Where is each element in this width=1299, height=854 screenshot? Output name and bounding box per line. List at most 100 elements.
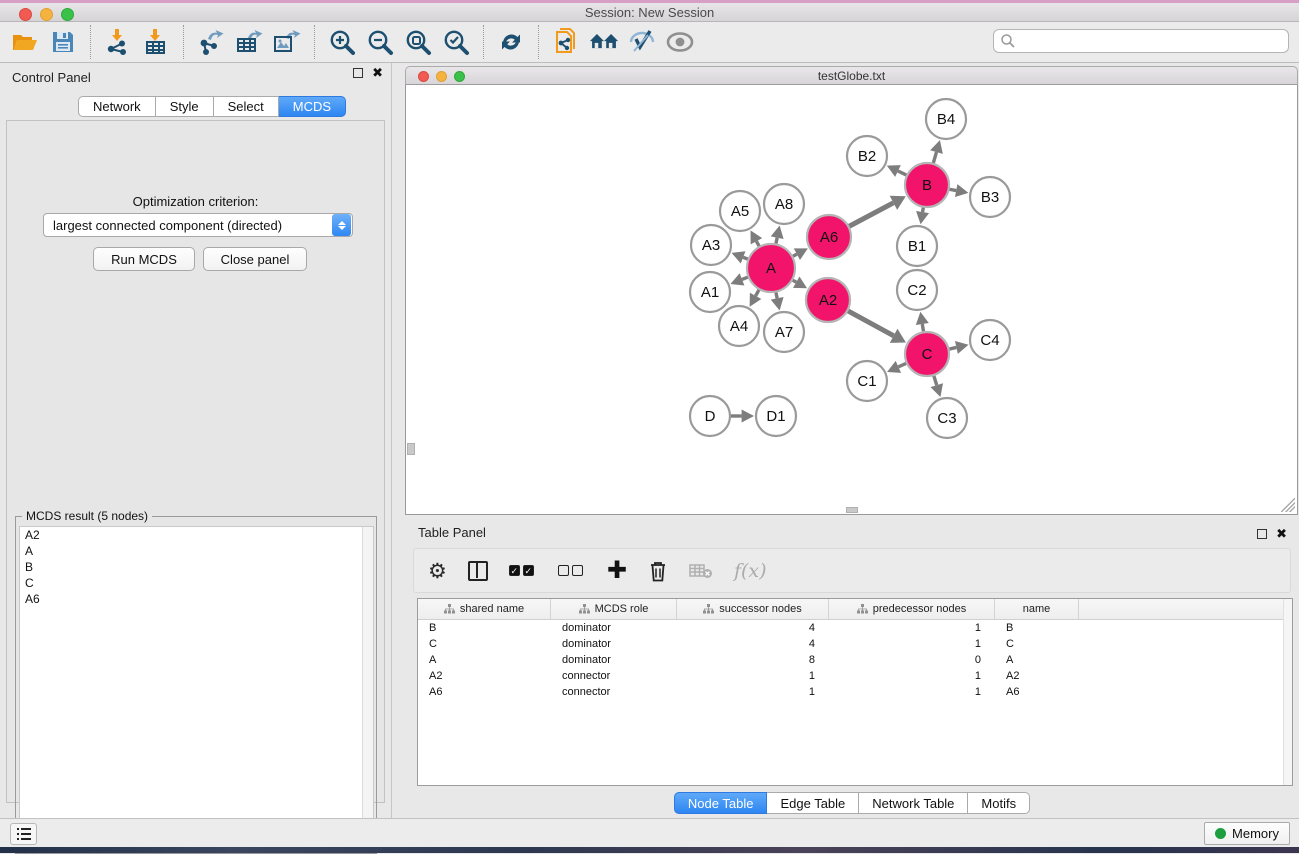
close-panel-button[interactable]: Close panel <box>203 247 307 271</box>
table-cell[interactable]: 1 <box>829 670 995 682</box>
table-cell[interactable]: A <box>418 654 551 666</box>
tab-style[interactable]: Style <box>156 96 214 117</box>
table-cell[interactable]: A6 <box>418 686 551 698</box>
first-neighbors-icon[interactable] <box>589 27 619 57</box>
refresh-layout-icon[interactable] <box>496 27 526 57</box>
table-cell[interactable]: 1 <box>677 686 829 698</box>
table-cell[interactable]: connector <box>551 686 677 698</box>
table-cell[interactable]: A2 <box>995 670 1079 682</box>
network-graph[interactable]: A5A8A3AA1A4A7A6A2B2B4BB3B1C2CC4C1C3DD1 <box>406 85 1297 513</box>
zoom-selected-icon[interactable] <box>441 27 471 57</box>
mcds-result-item[interactable]: A <box>20 543 373 559</box>
tab-network-table[interactable]: Network Table <box>859 792 968 814</box>
mcds-result-item[interactable]: B <box>20 559 373 575</box>
mcds-result-item[interactable]: A6 <box>20 591 373 607</box>
table-settings-icon[interactable]: ⚙ <box>428 556 447 586</box>
table-cell[interactable]: dominator <box>551 638 677 650</box>
column-header-MCDS-role[interactable]: MCDS role <box>551 599 677 619</box>
table-header-row[interactable]: shared nameMCDS rolesuccessor nodesprede… <box>418 599 1292 620</box>
graphics-details-icon[interactable] <box>627 27 657 57</box>
column-header-successor-nodes[interactable]: successor nodes <box>677 599 829 619</box>
table-cell[interactable]: B <box>418 622 551 634</box>
table-cell[interactable]: A6 <box>995 686 1079 698</box>
task-history-button[interactable] <box>10 823 37 845</box>
memory-button[interactable]: Memory <box>1204 822 1290 845</box>
graph-edge-A6-B[interactable] <box>847 203 894 228</box>
tab-motifs[interactable]: Motifs <box>968 792 1030 814</box>
export-image-icon[interactable] <box>272 27 302 57</box>
tab-network[interactable]: Network <box>78 96 156 117</box>
minimize-window-button[interactable] <box>40 8 53 21</box>
zoom-out-icon[interactable] <box>365 27 395 57</box>
table-cell[interactable]: 4 <box>677 638 829 650</box>
canvas-vscroll-thumb[interactable] <box>407 443 415 455</box>
table-cell[interactable]: A2 <box>418 670 551 682</box>
select-all-columns-icon[interactable]: ✓✓ <box>509 556 537 586</box>
table-cell[interactable]: 1 <box>829 622 995 634</box>
float-panel-icon[interactable] <box>353 68 363 78</box>
table-float-panel-icon[interactable] <box>1257 529 1267 539</box>
zoom-in-icon[interactable] <box>327 27 357 57</box>
graph-edge-A2-C[interactable] <box>846 310 894 336</box>
table-row[interactable]: A2connector11A2 <box>418 668 1292 684</box>
network-close-button[interactable] <box>418 71 429 82</box>
zoom-fit-icon[interactable] <box>403 27 433 57</box>
table-row[interactable]: Bdominator41B <box>418 620 1292 636</box>
table-close-panel-icon[interactable]: ✖ <box>1276 529 1287 539</box>
table-row[interactable]: Cdominator41C <box>418 636 1292 652</box>
table-cell[interactable]: 0 <box>829 654 995 666</box>
function-builder-icon[interactable]: f(x) <box>734 556 767 586</box>
node-table[interactable]: shared nameMCDS rolesuccessor nodesprede… <box>417 598 1293 786</box>
network-window-titlebar[interactable]: testGlobe.txt <box>405 66 1298 85</box>
table-cell[interactable]: connector <box>551 670 677 682</box>
open-session-icon[interactable] <box>10 27 40 57</box>
table-cell[interactable]: dominator <box>551 622 677 634</box>
tab-select[interactable]: Select <box>214 96 279 117</box>
canvas-hscroll-thumb[interactable] <box>846 507 858 513</box>
tab-node-table[interactable]: Node Table <box>674 792 768 814</box>
column-header-shared-name[interactable]: shared name <box>418 599 551 619</box>
column-header-name[interactable]: name <box>995 599 1079 619</box>
search-input[interactable] <box>1016 31 1288 51</box>
window-titlebar[interactable]: Session: New Session <box>0 3 1299 22</box>
create-column-icon[interactable]: ✚ <box>607 556 627 586</box>
birds-eye-icon[interactable] <box>665 27 695 57</box>
table-cell[interactable]: 4 <box>677 622 829 634</box>
delete-table-icon[interactable] <box>689 556 713 586</box>
result-list-scrollbar[interactable] <box>362 527 373 850</box>
network-zoom-button[interactable] <box>454 71 465 82</box>
mcds-result-item[interactable]: A2 <box>20 527 373 543</box>
network-minimize-button[interactable] <box>436 71 447 82</box>
close-panel-icon[interactable]: ✖ <box>372 68 383 78</box>
table-cell[interactable]: 1 <box>829 686 995 698</box>
mcds-result-item[interactable]: C <box>20 575 373 591</box>
table-row[interactable]: Adominator80A <box>418 652 1292 668</box>
export-table-icon[interactable] <box>234 27 264 57</box>
import-network-icon[interactable] <box>103 27 133 57</box>
window-resize-grip[interactable] <box>1281 498 1295 512</box>
table-scrollbar[interactable] <box>1283 599 1292 785</box>
network-canvas[interactable]: A5A8A3AA1A4A7A6A2B2B4BB3B1C2CC4C1C3DD1 <box>405 85 1298 515</box>
table-cell[interactable]: A <box>995 654 1079 666</box>
mcds-result-list[interactable]: A2ABCA6 <box>19 526 374 851</box>
search-field[interactable] <box>993 29 1289 53</box>
table-row[interactable]: A6connector11A6 <box>418 684 1292 700</box>
deselect-all-columns-icon[interactable] <box>558 556 586 586</box>
table-cell[interactable]: C <box>418 638 551 650</box>
zoom-window-button[interactable] <box>61 8 74 21</box>
optimization-criterion-select[interactable]: largest connected component (directed) <box>43 213 353 237</box>
new-network-from-selection-icon[interactable] <box>551 27 581 57</box>
column-header-predecessor-nodes[interactable]: predecessor nodes <box>829 599 995 619</box>
delete-column-icon[interactable] <box>648 556 668 586</box>
table-cell[interactable]: C <box>995 638 1079 650</box>
table-cell[interactable]: 1 <box>677 670 829 682</box>
export-network-icon[interactable] <box>196 27 226 57</box>
tab-mcds[interactable]: MCDS <box>279 96 346 117</box>
close-window-button[interactable] <box>19 8 32 21</box>
tab-edge-table[interactable]: Edge Table <box>767 792 859 814</box>
table-cell[interactable]: B <box>995 622 1079 634</box>
run-mcds-button[interactable]: Run MCDS <box>93 247 195 271</box>
show-columns-icon[interactable] <box>468 556 488 586</box>
table-cell[interactable]: dominator <box>551 654 677 666</box>
import-table-icon[interactable] <box>141 27 171 57</box>
